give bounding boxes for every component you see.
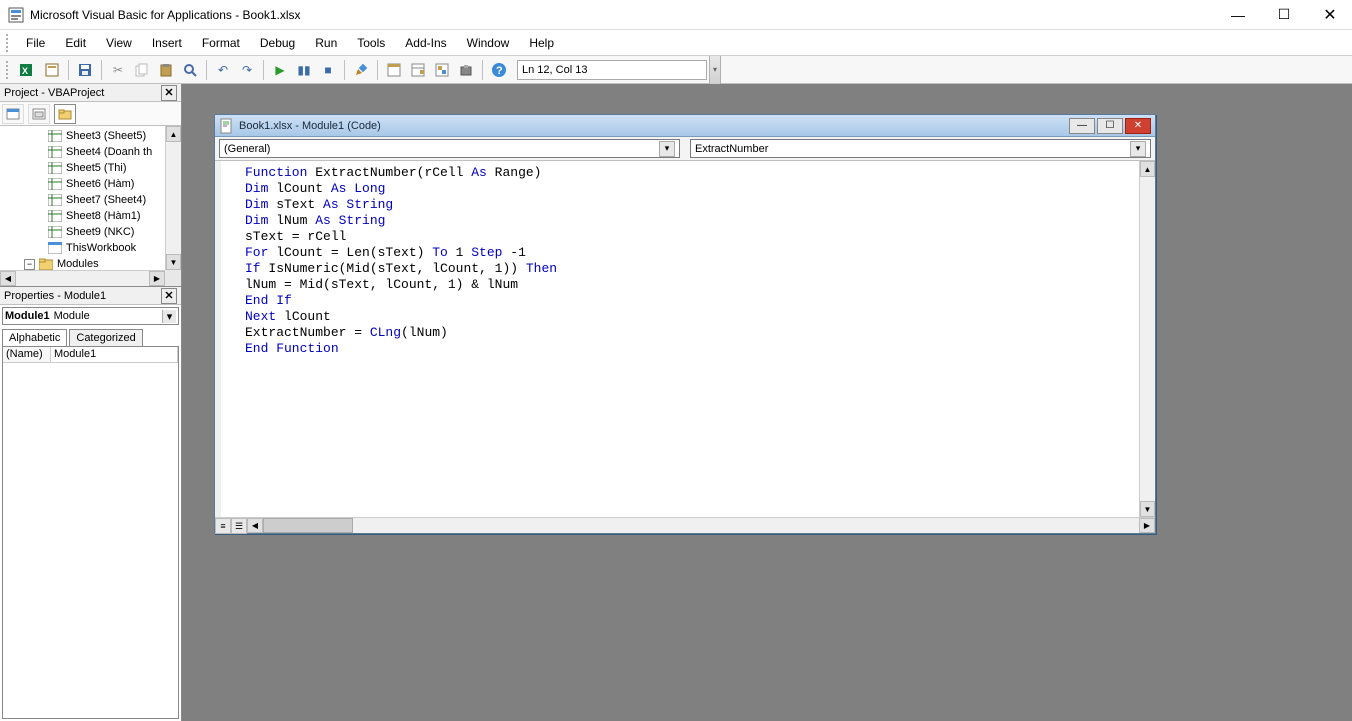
view-object-icon[interactable] xyxy=(28,104,50,124)
project-panel-title: Project - VBAProject xyxy=(4,87,161,99)
object-combo[interactable]: (General)▾ xyxy=(219,139,680,158)
properties-grid[interactable]: (Name) Module1 xyxy=(2,346,179,719)
break-icon[interactable]: ▮▮ xyxy=(293,59,315,81)
dropdown-icon: ▾ xyxy=(659,141,675,157)
tree-scrollbar-h[interactable]: ◀▶ xyxy=(0,270,165,286)
prop-name-value[interactable]: Module1 xyxy=(51,347,178,363)
maximize-button[interactable]: ☐ xyxy=(1270,6,1298,23)
tree-item-sheet: Sheet3 (Sheet5) xyxy=(4,128,181,144)
reset-icon[interactable]: ■ xyxy=(317,59,339,81)
tree-item-sheet: Sheet7 (Sheet4) xyxy=(4,192,181,208)
worksheet-icon xyxy=(48,210,62,222)
menu-edit[interactable]: Edit xyxy=(55,33,96,53)
menubar: File Edit View Insert Format Debug Run T… xyxy=(0,30,1352,56)
code-scrollbar-v[interactable]: ▲▼ xyxy=(1139,161,1155,517)
tree-item-sheet: Sheet9 (NKC) xyxy=(4,224,181,240)
run-icon[interactable]: ▶ xyxy=(269,59,291,81)
vba-app-icon xyxy=(8,7,24,23)
toolbar-overflow-icon[interactable]: ▾ xyxy=(709,56,721,84)
menu-insert[interactable]: Insert xyxy=(142,33,192,53)
code-window-title: Book1.xlsx - Module1 (Code) xyxy=(239,120,1069,132)
toolbox-icon[interactable] xyxy=(455,59,477,81)
tab-categorized[interactable]: Categorized xyxy=(69,329,142,346)
worksheet-icon xyxy=(48,146,62,158)
menu-help[interactable]: Help xyxy=(519,33,564,53)
insert-module-icon[interactable] xyxy=(41,59,63,81)
toggle-folders-icon[interactable] xyxy=(54,104,76,124)
tree-item-sheet: Sheet4 (Doanh th xyxy=(4,144,181,160)
tree-item-sheet: Sheet5 (Thi) xyxy=(4,160,181,176)
prop-name-label: (Name) xyxy=(3,347,51,363)
code-window: Book1.xlsx - Module1 (Code) — ☐ ✕ (Gener… xyxy=(214,114,1156,534)
code-close-icon[interactable]: ✕ xyxy=(1125,118,1151,134)
redo-icon[interactable]: ↷ xyxy=(236,59,258,81)
toolbar-grip xyxy=(6,61,12,79)
code-window-titlebar[interactable]: Book1.xlsx - Module1 (Code) — ☐ ✕ xyxy=(215,115,1155,137)
svg-text:?: ? xyxy=(496,65,503,77)
code-maximize-icon[interactable]: ☐ xyxy=(1097,118,1123,134)
properties-panel-title: Properties - Module1 xyxy=(4,290,161,302)
view-code-icon[interactable] xyxy=(2,104,24,124)
menu-tools[interactable]: Tools xyxy=(347,33,395,53)
menu-run[interactable]: Run xyxy=(305,33,347,53)
svg-text:X: X xyxy=(22,66,28,76)
project-explorer-panel: Project - VBAProject ✕ Sheet3 (Sheet5) S… xyxy=(0,84,181,287)
menu-debug[interactable]: Debug xyxy=(250,33,305,53)
cursor-position: Ln 12, Col 13 xyxy=(517,60,707,80)
project-tree[interactable]: Sheet3 (Sheet5) Sheet4 (Doanh th Sheet5 … xyxy=(0,126,181,286)
procedure-combo[interactable]: ExtractNumber▾ xyxy=(690,139,1151,158)
tab-alphabetic[interactable]: Alphabetic xyxy=(2,329,67,346)
paste-icon[interactable] xyxy=(155,59,177,81)
minimize-button[interactable]: — xyxy=(1224,7,1252,23)
menu-window[interactable]: Window xyxy=(457,33,520,53)
worksheet-icon xyxy=(48,130,62,142)
titlebar: Microsoft Visual Basic for Applications … xyxy=(0,0,1352,30)
help-icon[interactable]: ? xyxy=(488,59,510,81)
dropdown-icon: ▾ xyxy=(1130,141,1146,157)
tree-item-sheet: Sheet8 (Hàm1) xyxy=(4,208,181,224)
mdi-area: Book1.xlsx - Module1 (Code) — ☐ ✕ (Gener… xyxy=(182,84,1352,721)
menu-view[interactable]: View xyxy=(96,33,142,53)
design-mode-icon[interactable] xyxy=(350,59,372,81)
tree-item-thisworkbook: ThisWorkbook xyxy=(4,240,181,256)
code-scrollbar-h[interactable]: ◀▶ xyxy=(247,518,1155,533)
menubar-grip xyxy=(6,34,12,52)
collapse-icon[interactable]: − xyxy=(24,259,35,270)
tree-item-sheet: Sheet6 (Hàm) xyxy=(4,176,181,192)
procedure-view-icon[interactable]: ≡ xyxy=(215,518,231,534)
dropdown-icon[interactable]: ▾ xyxy=(162,310,176,323)
copy-icon[interactable] xyxy=(131,59,153,81)
worksheet-icon xyxy=(48,178,62,190)
tree-scrollbar-v[interactable]: ▲▼ xyxy=(165,126,181,270)
toolbar: X ✂ ↶ ↷ ▶ ▮▮ ■ ? Ln 12, Col 13 ▾ xyxy=(0,56,1352,84)
cut-icon[interactable]: ✂ xyxy=(107,59,129,81)
close-button[interactable]: ✕ xyxy=(1316,5,1344,25)
worksheet-icon xyxy=(48,226,62,238)
window-controls: — ☐ ✕ xyxy=(1224,5,1344,25)
project-toolbar xyxy=(0,102,181,126)
worksheet-icon xyxy=(48,194,62,206)
folder-icon xyxy=(39,258,53,270)
app-title: Microsoft Visual Basic for Applications … xyxy=(30,8,1224,22)
menu-format[interactable]: Format xyxy=(192,33,250,53)
undo-icon[interactable]: ↶ xyxy=(212,59,234,81)
workbook-icon xyxy=(48,242,62,254)
project-panel-close-icon[interactable]: ✕ xyxy=(161,85,177,101)
view-excel-icon[interactable]: X xyxy=(17,59,39,81)
code-editor[interactable]: Function ExtractNumber(rCell As Range) D… xyxy=(215,161,1139,517)
properties-panel: Properties - Module1 ✕ Module1 Module ▾ … xyxy=(0,287,181,721)
properties-panel-close-icon[interactable]: ✕ xyxy=(161,288,177,304)
menu-addins[interactable]: Add-Ins xyxy=(395,33,456,53)
properties-window-icon[interactable] xyxy=(407,59,429,81)
object-browser-icon[interactable] xyxy=(431,59,453,81)
full-module-view-icon[interactable]: ☰ xyxy=(231,518,247,534)
find-icon[interactable] xyxy=(179,59,201,81)
save-icon[interactable] xyxy=(74,59,96,81)
menu-file[interactable]: File xyxy=(16,33,55,53)
module-icon xyxy=(219,118,235,134)
project-explorer-icon[interactable] xyxy=(383,59,405,81)
properties-object-combo[interactable]: Module1 Module ▾ xyxy=(2,307,179,325)
code-minimize-icon[interactable]: — xyxy=(1069,118,1095,134)
worksheet-icon xyxy=(48,162,62,174)
